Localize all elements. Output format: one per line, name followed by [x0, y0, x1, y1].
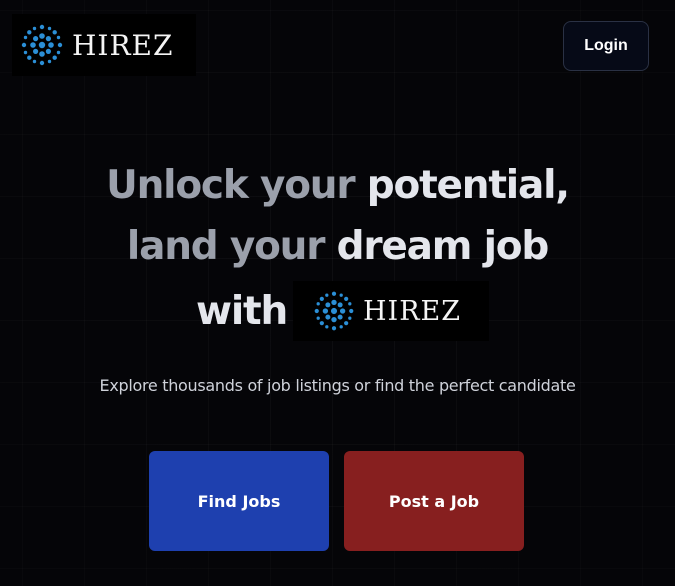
hero-logo: HIREZ [293, 281, 490, 341]
hero-heading-line-2: land your dream job [0, 224, 675, 269]
hero-brand-name: HIREZ [363, 295, 462, 327]
hirez-logo-icon [314, 291, 354, 331]
hero-with-word: with [196, 288, 288, 334]
hero-line-1-bright: potential, [354, 163, 570, 208]
header-logo[interactable]: HIREZ [12, 14, 196, 76]
hero-heading-line-1: Unlock your potential, [0, 163, 675, 208]
hero-line-2-bright: dream job [324, 224, 550, 269]
hero-heading-line-3: with HIREZ [196, 281, 490, 341]
brand-name: HIREZ [72, 28, 174, 62]
hirez-logo-icon [21, 24, 63, 66]
hero-line-2-muted: land your [126, 224, 326, 269]
login-button[interactable]: Login [563, 21, 649, 71]
hero-line-1-muted: Unlock your [106, 163, 355, 208]
post-job-button[interactable]: Post a Job [344, 451, 524, 551]
find-jobs-button[interactable]: Find Jobs [149, 451, 329, 551]
hero-subtitle: Explore thousands of job listings or fin… [99, 376, 576, 395]
